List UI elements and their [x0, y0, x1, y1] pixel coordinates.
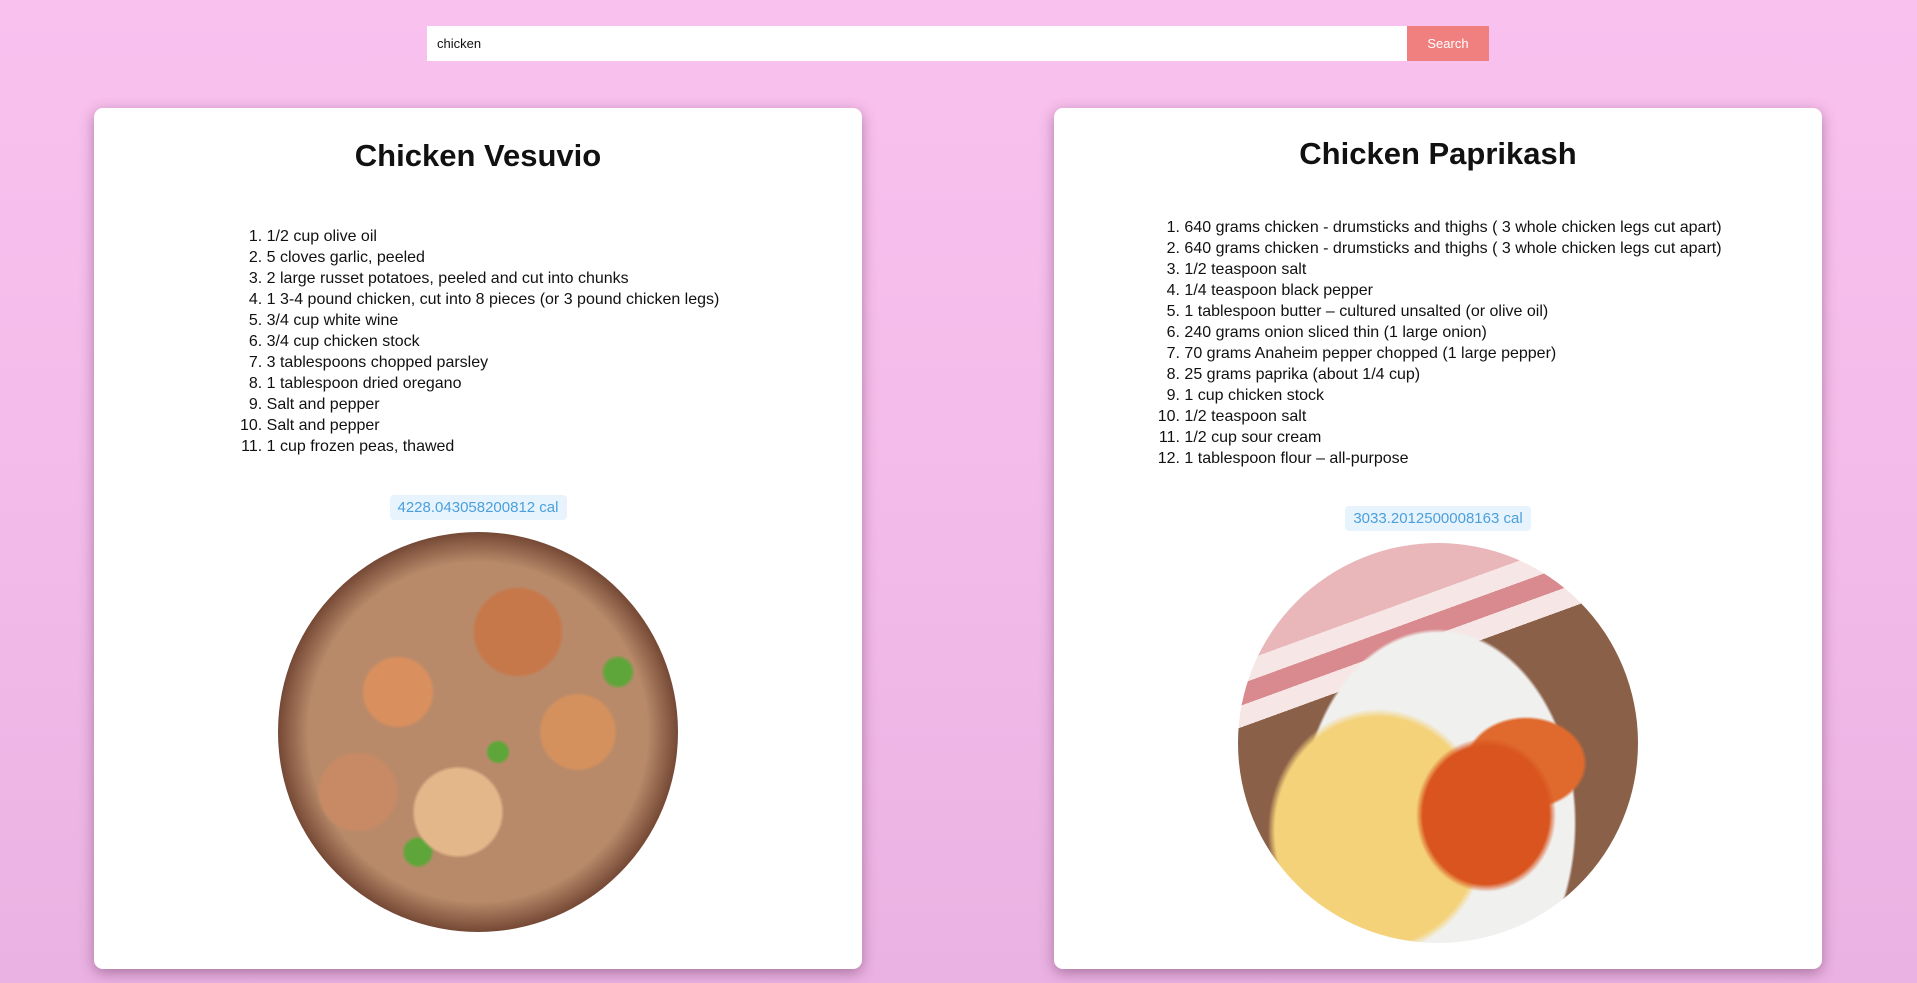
calories-badge: 3033.2012500008163 cal	[1345, 506, 1531, 531]
ingredient-item: Salt and pepper	[267, 394, 720, 415]
ingredient-item: 640 grams chicken - drumsticks and thigh…	[1184, 217, 1721, 238]
recipe-card: Chicken Paprikash 640 grams chicken - dr…	[1054, 108, 1822, 969]
ingredient-item: 3 tablespoons chopped parsley	[267, 352, 720, 373]
ingredient-item: 1/2 teaspoon salt	[1184, 406, 1721, 427]
search-input[interactable]	[427, 26, 1407, 61]
ingredient-item: 1/2 teaspoon salt	[1184, 259, 1721, 280]
recipe-card: Chicken Vesuvio 1/2 cup olive oil 5 clov…	[94, 108, 862, 969]
ingredient-item: Salt and pepper	[267, 415, 720, 436]
ingredient-item: 25 grams paprika (about 1/4 cup)	[1184, 364, 1721, 385]
ingredient-item: 3/4 cup white wine	[267, 310, 720, 331]
ingredient-item: 640 grams chicken - drumsticks and thigh…	[1184, 238, 1721, 259]
ingredient-list: 1/2 cup olive oil 5 cloves garlic, peele…	[237, 226, 720, 457]
ingredient-item: 1/4 teaspoon black pepper	[1184, 280, 1721, 301]
calories-badge: 4228.043058200812 cal	[389, 495, 567, 520]
recipe-title: Chicken Paprikash	[1299, 136, 1577, 171]
ingredient-item: 1 tablespoon dried oregano	[267, 373, 720, 394]
ingredient-item: 240 grams onion sliced thin (1 large oni…	[1184, 322, 1721, 343]
ingredient-item: 1 3-4 pound chicken, cut into 8 pieces (…	[267, 289, 720, 310]
ingredient-item: 1 tablespoon flour – all-purpose	[1184, 448, 1721, 469]
search-bar: Search	[427, 26, 1489, 61]
recipe-title: Chicken Vesuvio	[354, 138, 602, 173]
ingredient-item: 5 cloves garlic, peeled	[267, 247, 720, 268]
ingredient-item: 1 tablespoon butter – cultured unsalted …	[1184, 301, 1721, 322]
search-button[interactable]: Search	[1407, 26, 1489, 61]
ingredient-list: 640 grams chicken - drumsticks and thigh…	[1154, 217, 1721, 469]
ingredient-item: 1/2 cup olive oil	[267, 226, 720, 247]
ingredient-item: 1 cup frozen peas, thawed	[267, 436, 720, 457]
ingredient-item: 1 cup chicken stock	[1184, 385, 1721, 406]
ingredient-item: 3/4 cup chicken stock	[267, 331, 720, 352]
recipe-image	[1238, 543, 1638, 943]
ingredient-item: 1/2 cup sour cream	[1184, 427, 1721, 448]
ingredient-item: 70 grams Anaheim pepper chopped (1 large…	[1184, 343, 1721, 364]
recipe-image	[278, 532, 678, 932]
ingredient-item: 2 large russet potatoes, peeled and cut …	[267, 268, 720, 289]
